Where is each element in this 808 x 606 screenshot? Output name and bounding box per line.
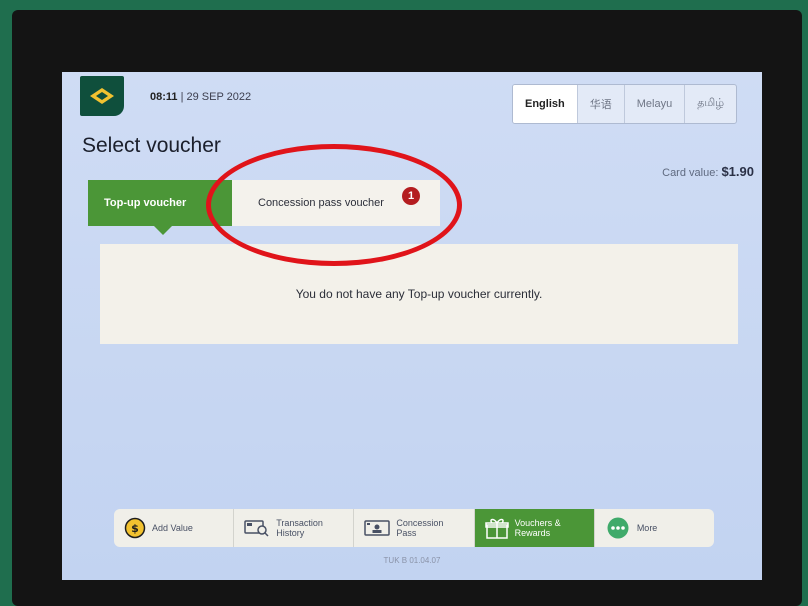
nav-vouchers-rewards[interactable]: Vouchers & Rewards bbox=[473, 509, 594, 547]
empty-voucher-message: You do not have any Top-up voucher curre… bbox=[295, 287, 543, 301]
card-search-icon bbox=[244, 520, 269, 537]
highlight-circle bbox=[206, 144, 462, 266]
lang-malay-button[interactable]: Melayu bbox=[623, 85, 684, 123]
nav-transaction-history[interactable]: Transaction History bbox=[233, 509, 353, 547]
nav-concession-pass[interactable]: Concession Pass bbox=[353, 509, 473, 547]
more-dots-icon bbox=[607, 517, 629, 539]
date-time: 08:11 | 29 SEP 2022 bbox=[150, 91, 251, 103]
nav-add-value-label: Add Value bbox=[152, 523, 193, 533]
nav-more[interactable]: More bbox=[593, 509, 714, 547]
id-card-icon bbox=[364, 520, 391, 536]
current-date: | 29 SEP 2022 bbox=[180, 91, 252, 103]
nav-vouchers-rewards-label: Vouchers & Rewards bbox=[514, 518, 561, 538]
card-value-label: Card value: bbox=[662, 167, 719, 179]
voucher-list-panel: You do not have any Top-up voucher curre… bbox=[100, 244, 738, 344]
nav-add-value[interactable]: $ Add Value bbox=[114, 509, 233, 547]
svg-text:$: $ bbox=[131, 522, 139, 535]
current-time: 08:11 bbox=[150, 91, 178, 103]
lang-tamil-button[interactable]: தமிழ் bbox=[684, 85, 736, 123]
transitlink-logo bbox=[80, 76, 124, 116]
nav-transaction-history-label: Transaction History bbox=[276, 518, 323, 538]
gift-icon bbox=[484, 518, 509, 539]
nav-more-label: More bbox=[636, 523, 658, 533]
card-value-amount: $1.90 bbox=[721, 164, 754, 179]
card-value: Card value: $1.90 bbox=[662, 164, 754, 179]
version-label: TUK B 01.04.07 bbox=[383, 556, 441, 565]
nav-concession-pass-label: Concession Pass bbox=[396, 518, 444, 538]
lang-english-button[interactable]: English bbox=[513, 85, 577, 123]
bottom-nav: $ Add Value Transaction History Concessi… bbox=[114, 509, 714, 547]
lang-chinese-button[interactable]: 华语 bbox=[576, 85, 624, 123]
active-tab-indicator bbox=[154, 226, 172, 235]
language-selector: English 华语 Melayu தமிழ் bbox=[512, 84, 738, 124]
coin-icon: $ bbox=[124, 517, 146, 539]
kiosk-screen: 08:11 | 29 SEP 2022 English 华语 Melayu தம… bbox=[62, 72, 762, 580]
logo-mark-icon bbox=[90, 88, 114, 104]
page-title: Select voucher bbox=[82, 134, 221, 157]
